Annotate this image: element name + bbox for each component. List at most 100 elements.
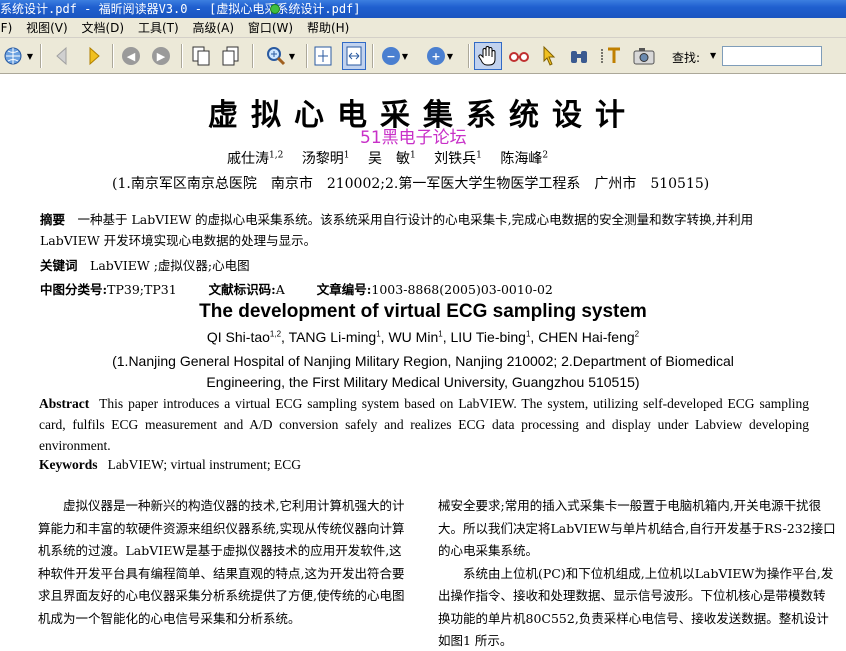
forward-button[interactable]: ▶	[148, 42, 174, 70]
en-title: The development of virtual ECG sampling …	[199, 301, 647, 322]
globe-icon	[4, 47, 22, 65]
plus-icon: +	[426, 47, 445, 65]
cn-class-label: 中图分类号:	[40, 282, 108, 297]
open-button[interactable]: ▼	[0, 42, 36, 70]
cn-doc-code-value: A	[275, 282, 285, 297]
author-name: 刘铁兵	[434, 151, 477, 167]
next-page-button[interactable]	[82, 42, 106, 70]
author-name: CHEN Hai-feng	[538, 329, 635, 345]
toolbar-separator	[112, 44, 114, 68]
arrow-left-icon	[56, 46, 67, 66]
author-sup: 1	[376, 329, 381, 339]
document-copy-icon	[222, 46, 239, 66]
cn-class-value: TP39;TP31	[107, 282, 177, 297]
zoom-tool-button[interactable]: ▼	[258, 42, 302, 70]
cn-keywords-text: LabVIEW ;虚拟仪器;心电图	[90, 258, 250, 273]
text-select-icon	[601, 47, 620, 63]
chevron-down-icon: ▼	[446, 51, 454, 61]
reading-mode-button[interactable]	[506, 42, 532, 70]
menu-file[interactable]: (F)	[0, 18, 17, 38]
author-sup: 2	[542, 150, 549, 161]
author-name: LIU Tie-bing	[450, 329, 526, 345]
fit-page-button[interactable]	[311, 42, 335, 70]
en-authors: QI Shi-tao1,2, TANG Li-ming1, WU Min1, L…	[206, 329, 640, 345]
author-name: QI Shi-tao	[206, 329, 270, 345]
author-name: WU Min	[388, 329, 439, 345]
toolbar-separator	[372, 44, 374, 68]
body-left-column: 虚拟仪器是一种新兴的构造仪器的技术,它利用计算机强大的计算能力和丰富的软硬件资源…	[38, 495, 408, 630]
author-sup: 1	[438, 329, 443, 339]
body-paragraph: 虚拟仪器是一种新兴的构造仪器的技术,它利用计算机强大的计算能力和丰富的软硬件资源…	[38, 498, 405, 626]
zoom-in-button[interactable]: + ▼	[422, 42, 458, 70]
chevron-down-icon: ▼	[288, 51, 296, 61]
author-sup: 1	[409, 150, 416, 161]
en-keywords-text: LabVIEW; virtual instrument; ECG	[107, 457, 301, 472]
en-affiliation: (1.Nanjing General Hospital of Nanjing M…	[0, 351, 846, 393]
cn-abstract: 摘要 一种基于 LabVIEW 的虚拟心电采集系统。该系统采用自行设计的心电采集…	[40, 209, 810, 251]
hand-tool-button[interactable]	[474, 42, 502, 70]
author-sup: 1	[525, 329, 531, 339]
menu-window[interactable]: 窗口(W)	[243, 18, 298, 38]
menu-help[interactable]: 帮助(H)	[302, 18, 354, 38]
arrow-right-icon	[89, 46, 100, 66]
author-name: 吴 敏	[367, 151, 410, 167]
magnifier-icon	[266, 47, 285, 66]
prev-page-button[interactable]	[50, 42, 74, 70]
en-abstract: Abstract This paper introduces a virtual…	[39, 393, 809, 456]
en-keywords: Keywords LabVIEW; virtual instrument; EC…	[39, 457, 301, 473]
document-page[interactable]: 虚拟心电采集系统设计 51黑电子论坛 戚仕涛1,2 汤黎明1 吴 敏1 刘铁兵1…	[0, 75, 846, 651]
author-sup: 1	[476, 150, 482, 161]
toolbar-separator	[252, 44, 254, 68]
fit-page-icon	[314, 46, 332, 66]
window-title-part1: 系统设计.pdf - 福昕阅读器V3.0 - [虚拟心电采	[0, 2, 277, 16]
author-name: 陈海峰	[500, 151, 543, 167]
cn-article-no-label: 文章编号:	[316, 282, 372, 297]
en-keywords-label: Keywords	[39, 457, 98, 472]
text-tool-button[interactable]	[598, 42, 626, 70]
pages-icon	[192, 46, 210, 66]
cn-doc-code-label: 文献标识码:	[208, 282, 276, 297]
cn-keywords: 关键词 LabVIEW ;虚拟仪器;心电图	[40, 255, 250, 274]
cn-abstract-label: 摘要	[40, 212, 66, 227]
snapshot-button[interactable]	[630, 42, 658, 70]
cn-article-no-value: 1003-8868(2005)03-0010-02	[371, 282, 553, 297]
author-sup: 1	[343, 150, 350, 161]
menu-advanced[interactable]: 高级(A)	[187, 18, 239, 38]
camera-icon	[633, 48, 655, 65]
toolbar: ▼ ◀ ▶ ▼ − ▼ + ▼ 查找: ▼	[0, 38, 846, 74]
toolbar-separator	[468, 44, 470, 68]
find-input[interactable]	[722, 46, 822, 66]
fit-width-button[interactable]	[342, 42, 366, 70]
author-sup: 2	[634, 329, 640, 339]
hand-icon	[478, 46, 496, 66]
minus-icon: −	[381, 47, 400, 65]
back-circle-icon: ◀	[122, 47, 140, 65]
find-label: 查找:	[672, 51, 701, 65]
zoom-out-button[interactable]: − ▼	[378, 42, 412, 70]
chevron-down-icon: ▼	[26, 51, 34, 61]
find-options-dropdown[interactable]: ▼	[710, 51, 716, 60]
en-affiliation-line1: (1.Nanjing General Hospital of Nanjing M…	[112, 353, 734, 369]
cn-affiliation: (1.南京军区南京总医院 南京市 210002;2.第一军医大学生物医学工程系 …	[112, 176, 710, 192]
find-button[interactable]	[566, 42, 592, 70]
toolbar-separator	[181, 44, 183, 68]
en-affiliation-line2: Engineering, the First Military Medical …	[206, 374, 640, 390]
forward-circle-icon: ▶	[152, 47, 170, 65]
menu-tools[interactable]: 工具(T)	[133, 18, 184, 38]
author-sup: 1,2	[269, 150, 284, 161]
toolbar-separator	[306, 44, 308, 68]
fit-width-icon	[346, 46, 362, 66]
menu-document[interactable]: 文档(D)	[77, 18, 130, 38]
facing-pages-button[interactable]	[218, 42, 244, 70]
window-titlebar: 系统设计.pdf - 福昕阅读器V3.0 - [虚拟心电采系统设计.pdf]	[0, 0, 846, 18]
author-name: TANG Li-ming	[288, 329, 377, 345]
back-button[interactable]: ◀	[118, 42, 144, 70]
menu-view[interactable]: 视图(V)	[21, 18, 73, 38]
cn-authors: 戚仕涛1,2 汤黎明1 吴 敏1 刘铁兵1 陈海峰2	[227, 148, 548, 168]
cn-keywords-label: 关键词	[40, 258, 78, 273]
page-layout-button[interactable]	[188, 42, 214, 70]
select-tool-button[interactable]	[537, 42, 561, 70]
en-abstract-text: This paper introduces a virtual ECG samp…	[39, 396, 809, 453]
glasses-icon	[509, 52, 529, 62]
window-title-part2: 系统设计.pdf]	[276, 2, 361, 16]
